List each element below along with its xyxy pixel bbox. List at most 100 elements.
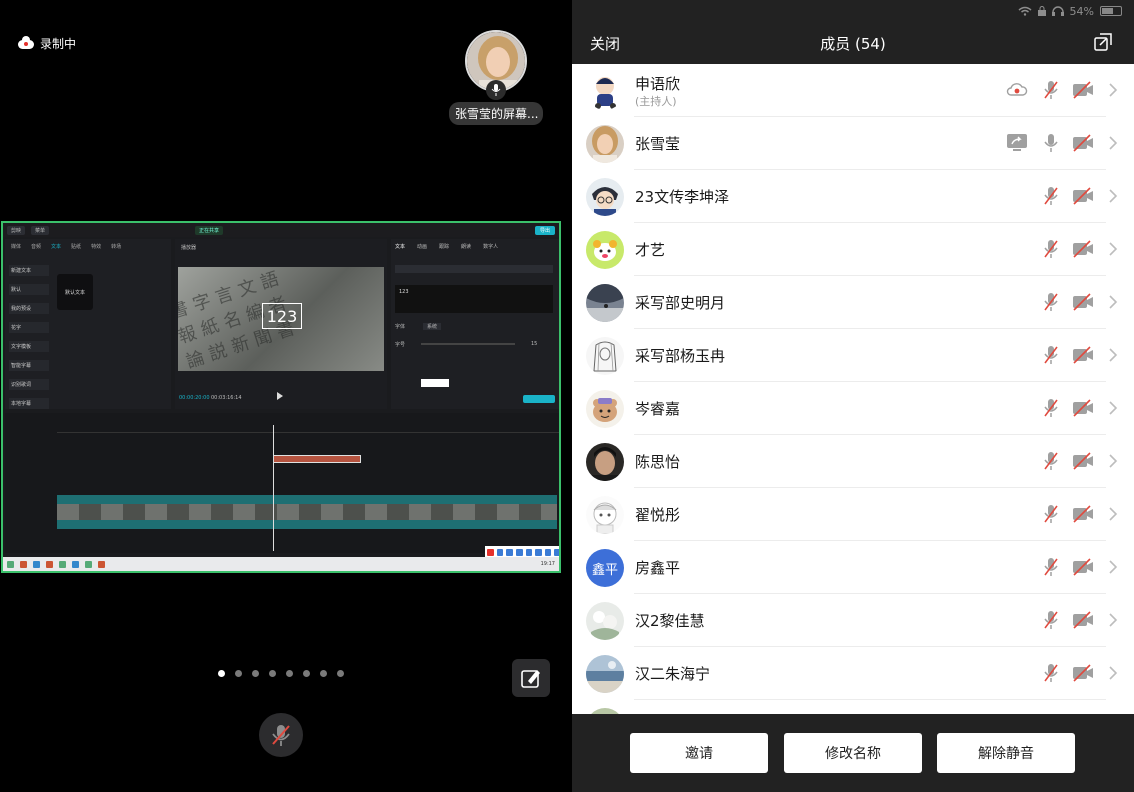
text-overlay: 123: [262, 303, 302, 329]
member-name: 翟悦彤: [635, 506, 681, 524]
member-avatar: [586, 72, 624, 110]
chevron-right-icon[interactable]: [1108, 240, 1118, 258]
text-clip: [273, 455, 361, 463]
member-avatar: [586, 655, 624, 693]
camera-off-icon[interactable]: [1072, 80, 1094, 100]
chevron-right-icon[interactable]: [1108, 187, 1118, 205]
member-row[interactable]: 申语欣 (主持人): [572, 64, 1134, 117]
headphones-icon: [1051, 6, 1064, 16]
unmute-all-button[interactable]: 解除静音: [937, 733, 1075, 773]
mic-toggle-button[interactable]: [259, 713, 303, 757]
page-dot[interactable]: [218, 670, 225, 677]
camera-off-icon[interactable]: [1072, 504, 1094, 524]
member-list[interactable]: 申语欣 (主持人) 张雪莹 23文传李坤泽才艺 采写部史明月采写部杨玉冉 岑睿嘉陈思怡翟悦…: [572, 64, 1134, 714]
member-row-partial: [572, 700, 1134, 714]
cloud-recording-icon: [1006, 80, 1028, 100]
camera-off-icon[interactable]: [1072, 451, 1094, 471]
member-name: 23文传李坤泽: [635, 188, 730, 206]
close-button[interactable]: 关闭: [590, 33, 620, 54]
chevron-right-icon[interactable]: [1108, 134, 1118, 152]
member-avatar: 鑫平: [586, 549, 624, 587]
member-row[interactable]: 汉2黎佳慧: [572, 594, 1134, 647]
member-row[interactable]: 翟悦彤: [572, 488, 1134, 541]
member-row[interactable]: 才艺: [572, 223, 1134, 276]
member-row[interactable]: 张雪莹: [572, 117, 1134, 170]
member-row[interactable]: 鑫平 房鑫平: [572, 541, 1134, 594]
camera-off-icon[interactable]: [1072, 186, 1094, 206]
annotate-button[interactable]: [512, 659, 550, 697]
page-dot[interactable]: [303, 670, 310, 677]
page-dot[interactable]: [235, 670, 242, 677]
mic-muted-icon[interactable]: [1040, 345, 1062, 365]
camera-off-icon[interactable]: [1072, 292, 1094, 312]
mic-muted-icon[interactable]: [1040, 80, 1062, 100]
chevron-right-icon[interactable]: [1108, 664, 1118, 682]
camera-off-icon[interactable]: [1072, 557, 1094, 577]
page-dot[interactable]: [269, 670, 276, 677]
member-row[interactable]: 陈思怡: [572, 435, 1134, 488]
camera-off-icon[interactable]: [1072, 663, 1094, 683]
recording-label: 录制中: [40, 37, 77, 51]
page-dot[interactable]: [337, 670, 344, 677]
member-row[interactable]: 汉二朱海宁: [572, 647, 1134, 700]
mic-muted-icon[interactable]: [1040, 610, 1062, 630]
chevron-right-icon[interactable]: [1108, 399, 1118, 417]
mic-muted-icon[interactable]: [1040, 292, 1062, 312]
camera-off-icon[interactable]: [1072, 239, 1094, 259]
popout-window-icon[interactable]: [1094, 33, 1112, 51]
member-row[interactable]: 23文传李坤泽: [572, 170, 1134, 223]
mic-icon[interactable]: [1040, 133, 1062, 153]
chevron-right-icon[interactable]: [1108, 346, 1118, 364]
rename-button[interactable]: 修改名称: [784, 733, 922, 773]
camera-off-icon[interactable]: [1072, 133, 1094, 153]
speaker-mic-icon: [486, 80, 506, 100]
member-row[interactable]: 采写部杨玉冉: [572, 329, 1134, 382]
member-avatar: [586, 496, 624, 534]
member-name: 汉二朱海宁: [635, 665, 711, 683]
wifi-icon: [1018, 6, 1032, 16]
invite-button[interactable]: 邀请: [630, 733, 768, 773]
member-name: 申语欣: [635, 75, 681, 93]
page-dot[interactable]: [320, 670, 327, 677]
member-name: 陈思怡: [635, 453, 681, 471]
mic-muted-icon[interactable]: [1040, 663, 1062, 683]
chevron-right-icon[interactable]: [1108, 452, 1118, 470]
member-row[interactable]: 岑睿嘉: [572, 382, 1134, 435]
page-indicator[interactable]: [218, 670, 344, 677]
member-panel: 54% 关闭 成员 (54) 申语欣 (主持人) 张雪莹 23文传李坤泽 才艺 采写部史明…: [572, 0, 1134, 792]
shared-screen[interactable]: 剪映 菜单 正在共享 导出 媒体 音频 文本 贴纸 特效 转场 新建文本 默认 我…: [1, 221, 561, 573]
member-name: 岑睿嘉: [635, 400, 681, 418]
member-avatar: [586, 125, 624, 163]
camera-off-icon[interactable]: [1072, 345, 1094, 365]
member-name: 张雪莹: [635, 135, 681, 153]
chevron-right-icon[interactable]: [1108, 505, 1118, 523]
page-dot[interactable]: [252, 670, 259, 677]
chevron-right-icon[interactable]: [1108, 558, 1118, 576]
member-avatar: [586, 443, 624, 481]
camera-off-icon[interactable]: [1072, 610, 1094, 630]
editor-property-panel: 文本 动画 跟踪 朗读 数字人 123 字体 系统 字号 15: [391, 239, 559, 409]
mic-muted-icon[interactable]: [1040, 504, 1062, 524]
mic-muted-icon[interactable]: [1040, 398, 1062, 418]
member-name: 采写部杨玉冉: [635, 347, 726, 365]
member-row[interactable]: 采写部史明月: [572, 276, 1134, 329]
mic-muted-icon[interactable]: [1040, 557, 1062, 577]
active-speaker-tile[interactable]: 张雪莹的屏幕...: [449, 30, 543, 125]
chevron-right-icon[interactable]: [1108, 611, 1118, 629]
member-avatar: [586, 337, 624, 375]
editor-media-panel: 媒体 音频 文本 贴纸 特效 转场 新建文本 默认 我的预设 花字 文字模板 智…: [5, 239, 171, 409]
mic-muted-icon[interactable]: [1040, 186, 1062, 206]
page-dot[interactable]: [286, 670, 293, 677]
mic-muted-icon[interactable]: [1040, 239, 1062, 259]
camera-off-icon[interactable]: [1072, 398, 1094, 418]
member-avatar: [586, 178, 624, 216]
member-count-title: 成员 (54): [820, 35, 886, 53]
meeting-stage: 录制中 张雪莹的屏幕... 剪映 菜单 正在共享 导出 媒体 音频 文本 贴纸 …: [0, 0, 572, 792]
editor-titlebar: 剪映 菜单 正在共享 导出: [3, 223, 559, 237]
chevron-right-icon[interactable]: [1108, 81, 1118, 99]
chevron-right-icon[interactable]: [1108, 293, 1118, 311]
recording-indicator[interactable]: 录制中: [18, 35, 76, 52]
mic-muted-icon[interactable]: [1040, 451, 1062, 471]
screen-share-icon: [1006, 133, 1028, 153]
initials-avatar-text: 鑫平: [586, 549, 624, 587]
